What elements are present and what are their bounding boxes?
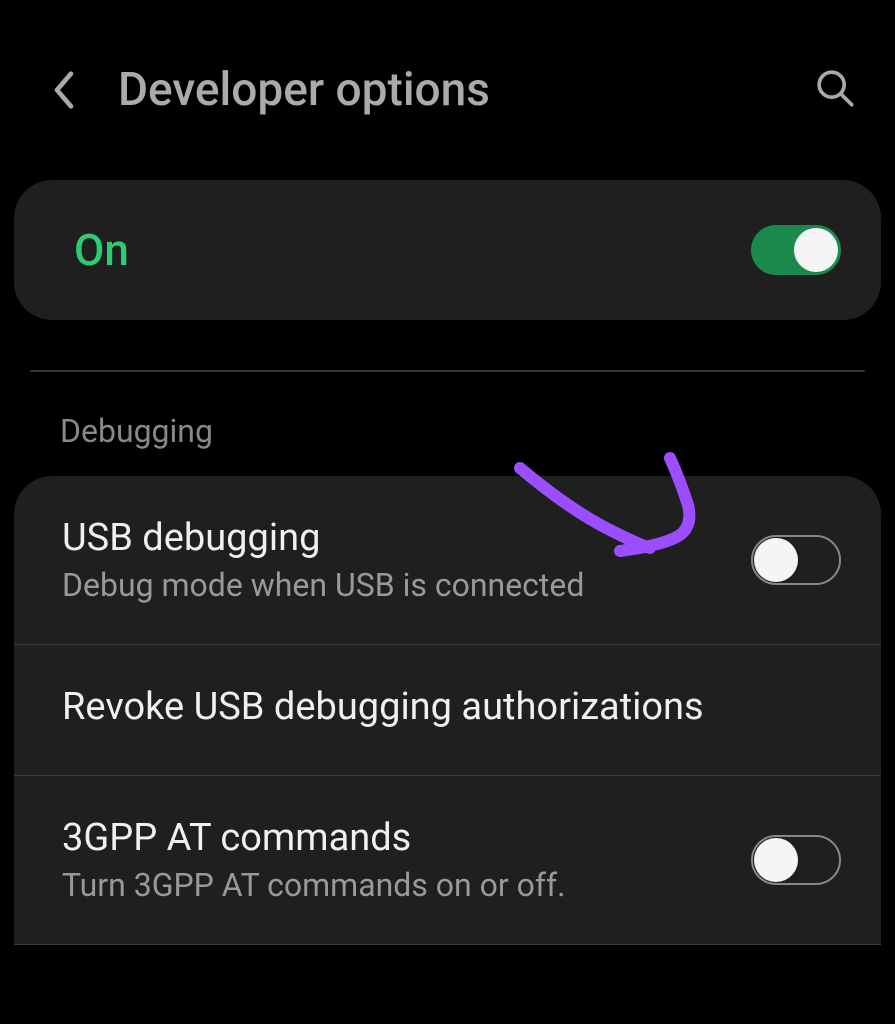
setting-revoke-usb-auth[interactable]: Revoke USB debugging authorizations — [14, 645, 881, 776]
master-toggle-label: On — [74, 224, 129, 276]
setting-subtitle: Debug mode when USB is connected — [62, 566, 751, 604]
master-toggle-switch[interactable] — [751, 225, 841, 275]
master-toggle-card[interactable]: On — [14, 180, 881, 320]
page-title: Developer options — [118, 63, 815, 117]
3gpp-at-commands-toggle[interactable] — [751, 835, 841, 885]
section-header-debugging: Debugging — [0, 402, 895, 476]
setting-3gpp-at-commands[interactable]: 3GPP AT commands Turn 3GPP AT commands o… — [14, 776, 881, 945]
setting-title: Revoke USB debugging authorizations — [62, 685, 841, 729]
setting-usb-debugging[interactable]: USB debugging Debug mode when USB is con… — [14, 476, 881, 645]
setting-title: USB debugging — [62, 516, 751, 560]
search-icon[interactable] — [815, 68, 855, 112]
divider — [30, 370, 865, 372]
settings-card: USB debugging Debug mode when USB is con… — [14, 476, 881, 945]
usb-debugging-toggle[interactable] — [751, 535, 841, 585]
header-bar: Developer options — [0, 0, 895, 180]
setting-title: 3GPP AT commands — [62, 816, 751, 860]
setting-subtitle: Turn 3GPP AT commands on or off. — [62, 866, 751, 904]
back-icon[interactable] — [50, 69, 78, 111]
